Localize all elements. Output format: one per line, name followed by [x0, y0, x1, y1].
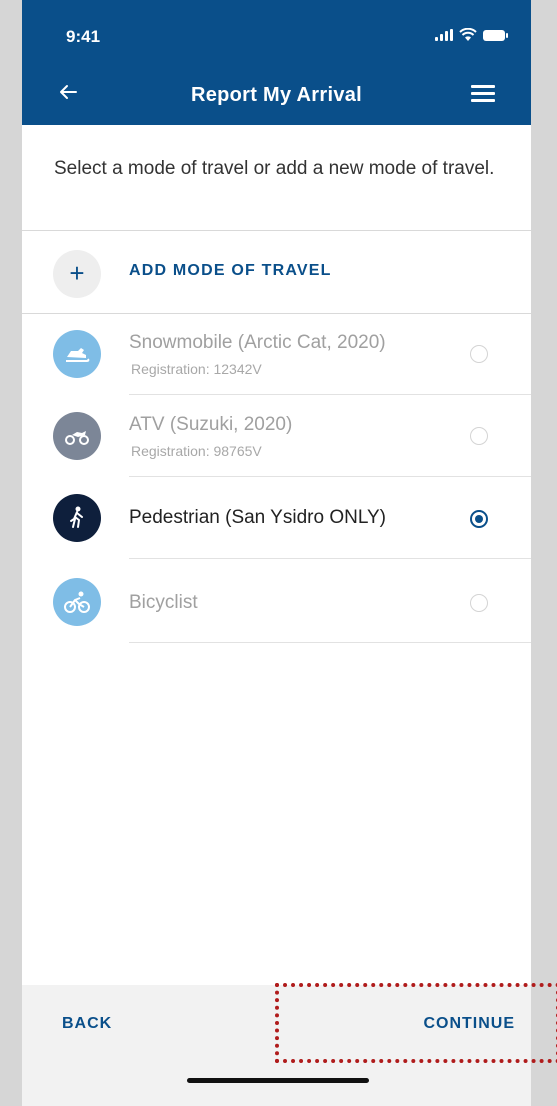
plus-icon: +: [53, 250, 101, 298]
mode-registration: Registration: 12342V: [131, 361, 262, 377]
radio-bicyclist[interactable]: [470, 594, 488, 612]
atv-icon: [53, 412, 101, 460]
hamburger-menu-icon[interactable]: [471, 85, 495, 103]
back-button[interactable]: BACK: [62, 1015, 112, 1033]
battery-icon: [483, 29, 508, 41]
mode-name: ATV (Suzuki, 2020): [129, 414, 293, 435]
app-header: 9:41 Report My Arrival: [22, 0, 531, 125]
radio-atv[interactable]: [470, 427, 488, 445]
mode-name: Bicyclist: [129, 592, 198, 613]
home-indicator: [187, 1078, 369, 1083]
row-divider: [129, 642, 531, 643]
wifi-icon: [459, 28, 477, 41]
mode-name: Snowmobile (Arctic Cat, 2020): [129, 332, 386, 353]
mode-registration: Registration: 98765V: [131, 443, 262, 459]
bicycle-icon: [53, 578, 101, 626]
pedestrian-icon: [53, 494, 101, 542]
phone-screen: 9:41 Report My Arrival Select a mode of …: [22, 0, 531, 1106]
page-title: Report My Arrival: [190, 84, 363, 106]
status-icons: [435, 28, 508, 42]
mode-row-atv[interactable]: ATV (Suzuki, 2020) Registration: 98765V: [22, 395, 531, 477]
mode-row-bicyclist[interactable]: Bicyclist: [22, 561, 531, 643]
mode-row-snowmobile[interactable]: Snowmobile (Arctic Cat, 2020) Registrati…: [22, 313, 531, 395]
row-divider: [129, 558, 531, 559]
signal-icon: [435, 29, 453, 41]
radio-pedestrian[interactable]: [470, 510, 488, 528]
continue-highlight-box: [275, 983, 557, 1063]
instructions-text: Select a mode of travel or add a new mod…: [54, 158, 495, 179]
add-mode-of-travel-button[interactable]: + ADD MODE OF TRAVEL: [22, 231, 531, 313]
snowmobile-icon: [53, 330, 101, 378]
radio-snowmobile[interactable]: [470, 345, 488, 363]
mode-row-pedestrian[interactable]: Pedestrian (San Ysidro ONLY): [22, 477, 531, 559]
mode-name: Pedestrian (San Ysidro ONLY): [129, 507, 386, 528]
status-time: 9:41: [66, 27, 101, 46]
add-mode-label: ADD MODE OF TRAVEL: [129, 262, 332, 279]
